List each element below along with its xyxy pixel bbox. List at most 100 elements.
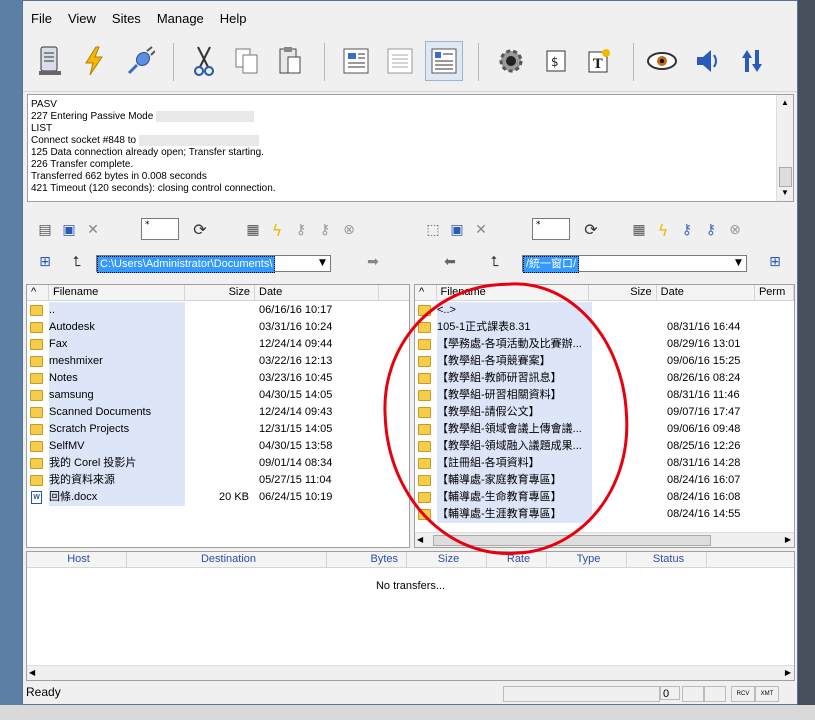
scroll-up-icon[interactable]: ▲ [781, 97, 789, 109]
local-transfer-icon[interactable]: ➡ [361, 251, 385, 273]
local-file-row[interactable]: 我的 Corel 投影片 09/01/14 08:34 [27, 455, 409, 472]
remote-hscrollbar[interactable]: ◀ ▶ [415, 532, 794, 547]
paste-icon[interactable] [271, 41, 309, 81]
local-up-folder-icon[interactable]: ⮤ [65, 251, 89, 273]
remote-unplug-icon[interactable]: ⚷ [699, 219, 723, 241]
local-file-row[interactable]: SelfMV 04/30/15 13:58 [27, 438, 409, 455]
chevron-down-icon[interactable]: ▼ [315, 256, 330, 271]
remote-new-folder-icon[interactable]: ▣ [445, 219, 469, 241]
queue-col-host[interactable]: Host [27, 552, 127, 567]
copy-icon[interactable] [228, 41, 266, 81]
local-file-row[interactable]: W 回條.docx 20 KB 06/24/15 10:19 [27, 489, 409, 506]
local-stop-icon[interactable]: ⊗ [337, 219, 361, 241]
local-refresh-icon[interactable]: ⟳ [188, 218, 212, 240]
scroll-down-icon[interactable]: ▼ [781, 187, 789, 199]
remote-select-icon[interactable]: ⬚ [421, 219, 445, 241]
eye-icon[interactable] [643, 41, 681, 81]
local-file-row[interactable]: Autodesk 03/31/16 10:24 [27, 319, 409, 336]
queue-hscrollbar[interactable]: ◀ ▶ [27, 665, 794, 680]
remote-file-list[interactable]: ^ Filename Size Date Perm <..> 105-1正式課表8… [414, 284, 795, 548]
local-view-icon[interactable]: ▦ [241, 219, 265, 241]
script-icon[interactable]: $ [537, 41, 575, 81]
menu-view[interactable]: View [60, 9, 104, 29]
header-sort-icon[interactable]: ^ [27, 285, 49, 300]
remote-delete-icon[interactable]: ✕ [469, 219, 493, 241]
queue-col-status[interactable]: Status [627, 552, 707, 567]
remote-file-row[interactable]: 【教學組-研習相關資料】 08/31/16 11:46 [415, 387, 794, 404]
local-col-size[interactable]: Size [185, 285, 255, 300]
local-col-date[interactable]: Date [255, 285, 379, 300]
menu-manage[interactable]: Manage [149, 9, 212, 29]
local-filter-input[interactable]: * [141, 218, 179, 240]
local-file-row[interactable]: .. 06/16/16 10:17 [27, 302, 409, 319]
queue-col-bytes[interactable]: Bytes [327, 552, 407, 567]
remote-file-row[interactable]: 【學務處-各項活動及比賽辦... 08/29/16 13:01 [415, 336, 794, 353]
local-file-list[interactable]: ^ Filename Size Date .. 06/16/16 10:17 Aut… [26, 284, 410, 548]
scroll-left-icon[interactable]: ◀ [29, 668, 35, 677]
scroll-right-icon[interactable]: ▶ [785, 668, 791, 677]
remote-file-row[interactable]: 105-1正式課表8.31 08/31/16 16:44 [415, 319, 794, 336]
local-file-row[interactable]: 我的資料來源 05/27/15 11:04 [27, 472, 409, 489]
queue-col-type[interactable]: Type [547, 552, 627, 567]
local-new-folder-icon[interactable]: ▣ [57, 219, 81, 241]
local-file-row[interactable]: samsung 04/30/15 14:05 [27, 387, 409, 404]
local-delete-icon[interactable]: ✕ [81, 219, 105, 241]
remote-file-row[interactable]: 【教學組-教師研習訊息】 08/26/16 08:24 [415, 370, 794, 387]
remote-transfer-back-icon[interactable]: ⬅ [438, 251, 462, 273]
transfer-arrows-icon[interactable] [733, 41, 771, 81]
scroll-thumb[interactable] [433, 535, 711, 546]
remote-file-row[interactable]: 【輔導處-家庭教育專區】 08/24/16 16:07 [415, 472, 794, 489]
remote-connect-lightning-icon[interactable]: ϟ [651, 219, 675, 241]
remote-refresh-icon[interactable]: ⟳ [579, 218, 603, 240]
local-col-filename[interactable]: Filename [49, 285, 185, 300]
plug-icon[interactable] [121, 41, 159, 81]
speaker-icon[interactable] [689, 41, 727, 81]
queue-col-rate[interactable]: Rate [487, 552, 547, 567]
remote-view-icon[interactable]: ▦ [627, 219, 651, 241]
local-drive-icon[interactable]: ▤ [33, 219, 57, 241]
lightning-icon[interactable] [75, 41, 113, 81]
settings-gear-icon[interactable] [492, 41, 530, 81]
local-file-row[interactable]: meshmixer 03/22/16 12:13 [27, 353, 409, 370]
local-file-row[interactable]: Fax 12/24/14 09:44 [27, 336, 409, 353]
view-detail-icon[interactable] [425, 41, 463, 81]
remote-file-row[interactable]: 【教學組-領域會議上傳會議... 09/06/16 09:48 [415, 421, 794, 438]
remote-file-row[interactable]: 【教學組-領域融入議題成果... 08/25/16 12:26 [415, 438, 794, 455]
local-unplug-icon[interactable]: ⚷ [313, 219, 337, 241]
remote-up-folder-icon[interactable]: ⮤ [483, 251, 507, 273]
remote-path-combobox[interactable]: /統一窗口/ ▼ [522, 255, 747, 273]
queue-col-size[interactable]: Size [407, 552, 487, 567]
menu-sites[interactable]: Sites [104, 9, 149, 29]
menu-help[interactable]: Help [212, 9, 255, 29]
remote-file-row[interactable]: 【教學組-請假公文】 09/07/16 17:47 [415, 404, 794, 421]
local-file-row[interactable]: Scratch Projects 12/31/15 14:05 [27, 421, 409, 438]
log-scrollbar[interactable]: ▲ ▼ [776, 95, 793, 201]
local-plug-icon[interactable]: ⚷ [289, 219, 313, 241]
cut-icon[interactable] [185, 41, 223, 81]
local-tree-icon[interactable]: ⊞ [33, 251, 57, 273]
menu-file[interactable]: File [23, 9, 60, 29]
text-file-icon[interactable]: T [580, 41, 618, 81]
scroll-left-icon[interactable]: ◀ [417, 535, 423, 544]
transfer-queue[interactable]: Host Destination Bytes Size Rate Type St… [26, 551, 795, 681]
remote-plug-icon[interactable]: ⚷ [675, 219, 699, 241]
remote-col-perm[interactable]: Perm [755, 285, 794, 300]
queue-col-destination[interactable]: Destination [127, 552, 327, 567]
remote-col-date[interactable]: Date [657, 285, 755, 300]
remote-stop-icon[interactable]: ⊗ [723, 219, 747, 241]
server-icon[interactable] [31, 41, 69, 81]
chevron-down-icon[interactable]: ▼ [731, 256, 746, 271]
remote-tree-icon[interactable]: ⊞ [763, 251, 787, 273]
remote-file-row[interactable]: 【輔導處-生命教育專區】 08/24/16 16:08 [415, 489, 794, 506]
scroll-right-icon[interactable]: ▶ [785, 535, 791, 544]
remote-file-row[interactable]: 【輔導處-生涯教育專區】 08/24/16 14:55 [415, 506, 794, 523]
local-path-combobox[interactable]: C:\Users\Administrator\Documents\ ▼ [96, 255, 331, 273]
view-text-icon[interactable] [337, 41, 375, 81]
remote-col-size[interactable]: Size [589, 285, 657, 300]
remote-file-row[interactable]: 【註冊組-各項資料】 08/31/16 14:28 [415, 455, 794, 472]
local-file-row[interactable]: Notes 03/23/16 10:45 [27, 370, 409, 387]
header-sort-icon[interactable]: ^ [415, 285, 437, 300]
remote-file-row[interactable]: 【教學組-各項競賽案】 09/06/16 15:25 [415, 353, 794, 370]
remote-col-filename[interactable]: Filename [437, 285, 590, 300]
view-list-icon[interactable] [381, 41, 419, 81]
